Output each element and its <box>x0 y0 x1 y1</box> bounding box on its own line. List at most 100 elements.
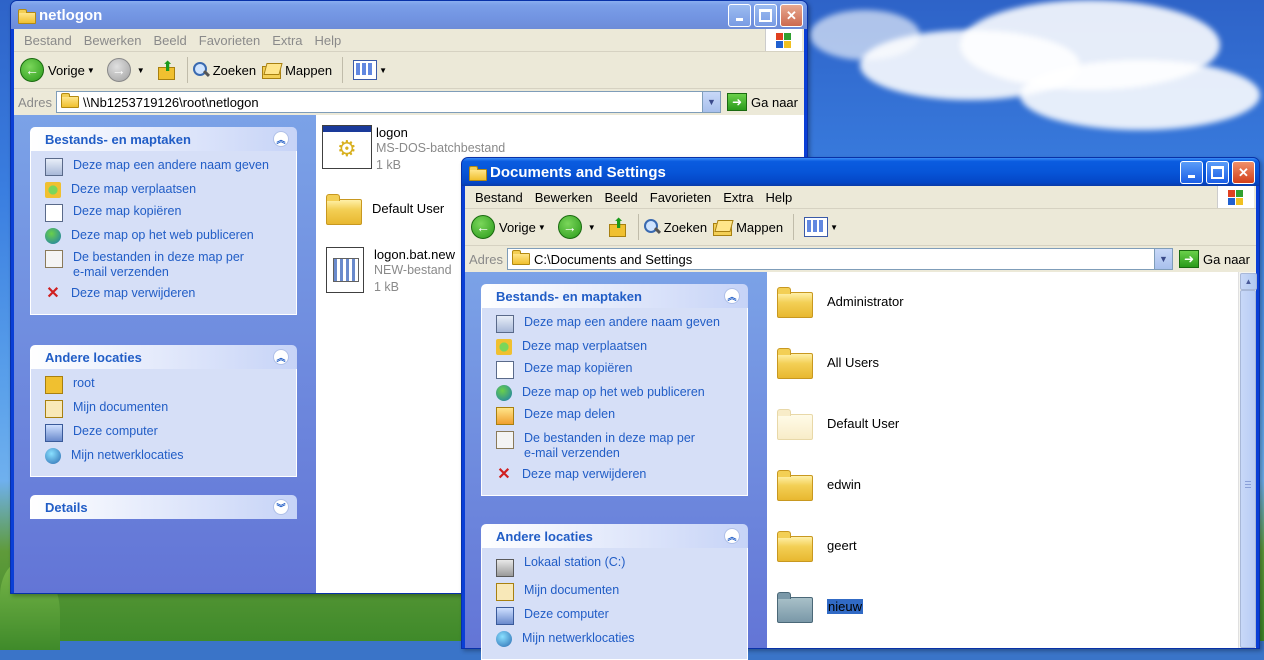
place-my-computer[interactable]: Deze computer <box>45 424 296 442</box>
folder-name: geert <box>827 537 857 553</box>
up-button[interactable] <box>608 215 628 237</box>
menu-bestand[interactable]: Bestand <box>18 33 78 48</box>
minimize-button[interactable] <box>1180 161 1203 184</box>
titlebar[interactable]: Documents and Settings ✕ <box>462 158 1259 186</box>
my-documents-icon <box>496 583 514 601</box>
vertical-scrollbar[interactable]: ▲ <box>1238 272 1257 648</box>
task-delete[interactable]: ✕ Deze map verwijderen <box>496 467 747 483</box>
task-label: Deze map op het web publiceren <box>522 385 705 399</box>
window-title: Documents and Settings <box>490 163 666 181</box>
address-input[interactable]: \\Nb1253719126\root\netlogon ▼ <box>55 91 722 113</box>
address-dropdown-button[interactable]: ▼ <box>702 92 721 112</box>
task-share[interactable]: Deze map delen <box>496 407 747 425</box>
separator <box>342 57 344 83</box>
task-copy[interactable]: Deze map kopiëren <box>45 204 296 222</box>
menu-bestand[interactable]: Bestand <box>469 190 529 205</box>
collapse-chevron-icon[interactable]: ︽ <box>273 131 289 147</box>
minimize-button[interactable] <box>728 4 751 27</box>
dropdown-arrow-icon[interactable]: ▼ <box>137 66 145 75</box>
collapse-chevron-icon[interactable]: ︽ <box>724 288 740 304</box>
folder-item-edwin[interactable]: edwin <box>777 469 861 501</box>
titlebar[interactable]: netlogon ✕ <box>11 1 807 29</box>
views-button[interactable]: ▼ <box>798 217 844 237</box>
place-root[interactable]: root <box>45 376 296 394</box>
address-input[interactable]: C:\Documents and Settings ▼ <box>506 248 1174 270</box>
close-button[interactable]: ✕ <box>1232 161 1255 184</box>
go-button[interactable]: ➜ Ga naar <box>1179 250 1250 268</box>
task-rename[interactable]: Deze map een andere naam geven <box>45 158 296 176</box>
folder-item-administrator[interactable]: Administrator <box>777 286 904 318</box>
place-my-documents[interactable]: Mijn documenten <box>496 583 747 601</box>
dropdown-arrow-icon[interactable]: ▼ <box>87 66 95 75</box>
folder-name-rename-input[interactable]: nieuw <box>827 598 863 614</box>
address-value: C:\Documents and Settings <box>533 251 693 267</box>
other-places-panel: Andere locaties ︽ root Mijn documenten D… <box>30 345 297 477</box>
search-label: Zoeken <box>663 219 708 235</box>
menu-favorieten[interactable]: Favorieten <box>193 33 266 48</box>
folder-name: Administrator <box>827 293 904 309</box>
close-button[interactable]: ✕ <box>780 4 803 27</box>
menu-help[interactable]: Help <box>760 190 799 205</box>
folder-item-default-user[interactable]: Default User <box>326 193 444 225</box>
search-button[interactable]: Zoeken <box>643 218 707 236</box>
document-icon <box>326 247 364 293</box>
scrollbar-thumb[interactable] <box>1240 290 1256 648</box>
scroll-up-button[interactable]: ▲ <box>1240 273 1257 290</box>
folders-button[interactable]: Mappen <box>262 61 332 79</box>
menu-beeld[interactable]: Beeld <box>148 33 193 48</box>
maximize-button[interactable] <box>1206 161 1229 184</box>
forward-button[interactable]: → ▼ <box>557 215 602 239</box>
views-button[interactable]: ▼ <box>347 60 393 80</box>
folder-item-default-user[interactable]: Default User <box>777 408 899 440</box>
back-button[interactable]: ← Vorige ▼ <box>20 58 101 82</box>
go-button[interactable]: ➜ Ga naar <box>727 93 798 111</box>
panel-header[interactable]: Bestands- en maptaken ︽ <box>30 127 297 151</box>
menu-extra[interactable]: Extra <box>717 190 759 205</box>
place-local-drive[interactable]: Lokaal station (C:) <box>496 555 747 577</box>
menu-help[interactable]: Help <box>309 33 348 48</box>
collapse-chevron-icon[interactable]: ︽ <box>724 528 740 544</box>
window-documents-and-settings[interactable]: Documents and Settings ✕ Bestand Bewerke… <box>461 157 1260 660</box>
forward-button[interactable]: → ▼ <box>106 58 151 82</box>
place-my-computer[interactable]: Deze computer <box>496 607 747 625</box>
dropdown-arrow-icon[interactable]: ▼ <box>588 223 596 232</box>
task-publish[interactable]: Deze map op het web publiceren <box>45 228 296 244</box>
task-rename[interactable]: Deze map een andere naam geven <box>496 315 747 333</box>
file-item-logon-bat-new[interactable]: logon.bat.new NEW-bestand 1 kB <box>326 247 455 296</box>
task-publish[interactable]: Deze map op het web publiceren <box>496 385 747 401</box>
up-button[interactable] <box>157 58 177 80</box>
back-button[interactable]: ← Vorige ▼ <box>471 215 552 239</box>
folder-item-all-users[interactable]: All Users <box>777 347 879 379</box>
panel-header[interactable]: Andere locaties ︽ <box>30 345 297 369</box>
address-dropdown-button[interactable]: ▼ <box>1154 249 1173 269</box>
task-copy[interactable]: Deze map kopiëren <box>496 361 747 379</box>
folders-button[interactable]: Mappen <box>713 218 783 236</box>
task-move[interactable]: Deze map verplaatsen <box>496 339 747 355</box>
collapse-chevron-icon[interactable]: ︽ <box>273 349 289 365</box>
task-delete[interactable]: ✕ Deze map verwijderen <box>45 286 296 302</box>
folders-icon <box>713 218 733 236</box>
dropdown-arrow-icon[interactable]: ▼ <box>538 223 546 232</box>
place-network[interactable]: Mijn netwerklocaties <box>496 631 747 647</box>
place-network[interactable]: Mijn netwerklocaties <box>45 448 296 464</box>
views-icon <box>353 60 378 80</box>
panel-header[interactable]: Andere locaties ︽ <box>481 524 748 548</box>
folder-item-nieuw[interactable]: nieuw <box>777 591 863 623</box>
menu-extra[interactable]: Extra <box>266 33 308 48</box>
maximize-button[interactable] <box>754 4 777 27</box>
task-email[interactable]: De bestanden in deze map per e-mail verze… <box>45 250 296 280</box>
menu-bewerken[interactable]: Bewerken <box>78 33 148 48</box>
menu-beeld[interactable]: Beeld <box>599 190 644 205</box>
task-pane: Bestands- en maptaken ︽ Deze map een and… <box>465 272 767 660</box>
folder-item-geert[interactable]: geert <box>777 530 857 562</box>
menu-favorieten[interactable]: Favorieten <box>644 190 717 205</box>
search-button[interactable]: Zoeken <box>192 61 256 79</box>
task-email[interactable]: De bestanden in deze map per e-mail verze… <box>496 431 747 461</box>
menu-bewerken[interactable]: Bewerken <box>529 190 599 205</box>
panel-title: Bestands- en maptaken <box>496 288 642 304</box>
task-move[interactable]: Deze map verplaatsen <box>45 182 296 198</box>
expand-chevron-icon[interactable]: ︾ <box>273 499 289 515</box>
place-my-documents[interactable]: Mijn documenten <box>45 400 296 418</box>
panel-header[interactable]: Details ︾ <box>30 495 297 519</box>
panel-header[interactable]: Bestands- en maptaken ︽ <box>481 284 748 308</box>
